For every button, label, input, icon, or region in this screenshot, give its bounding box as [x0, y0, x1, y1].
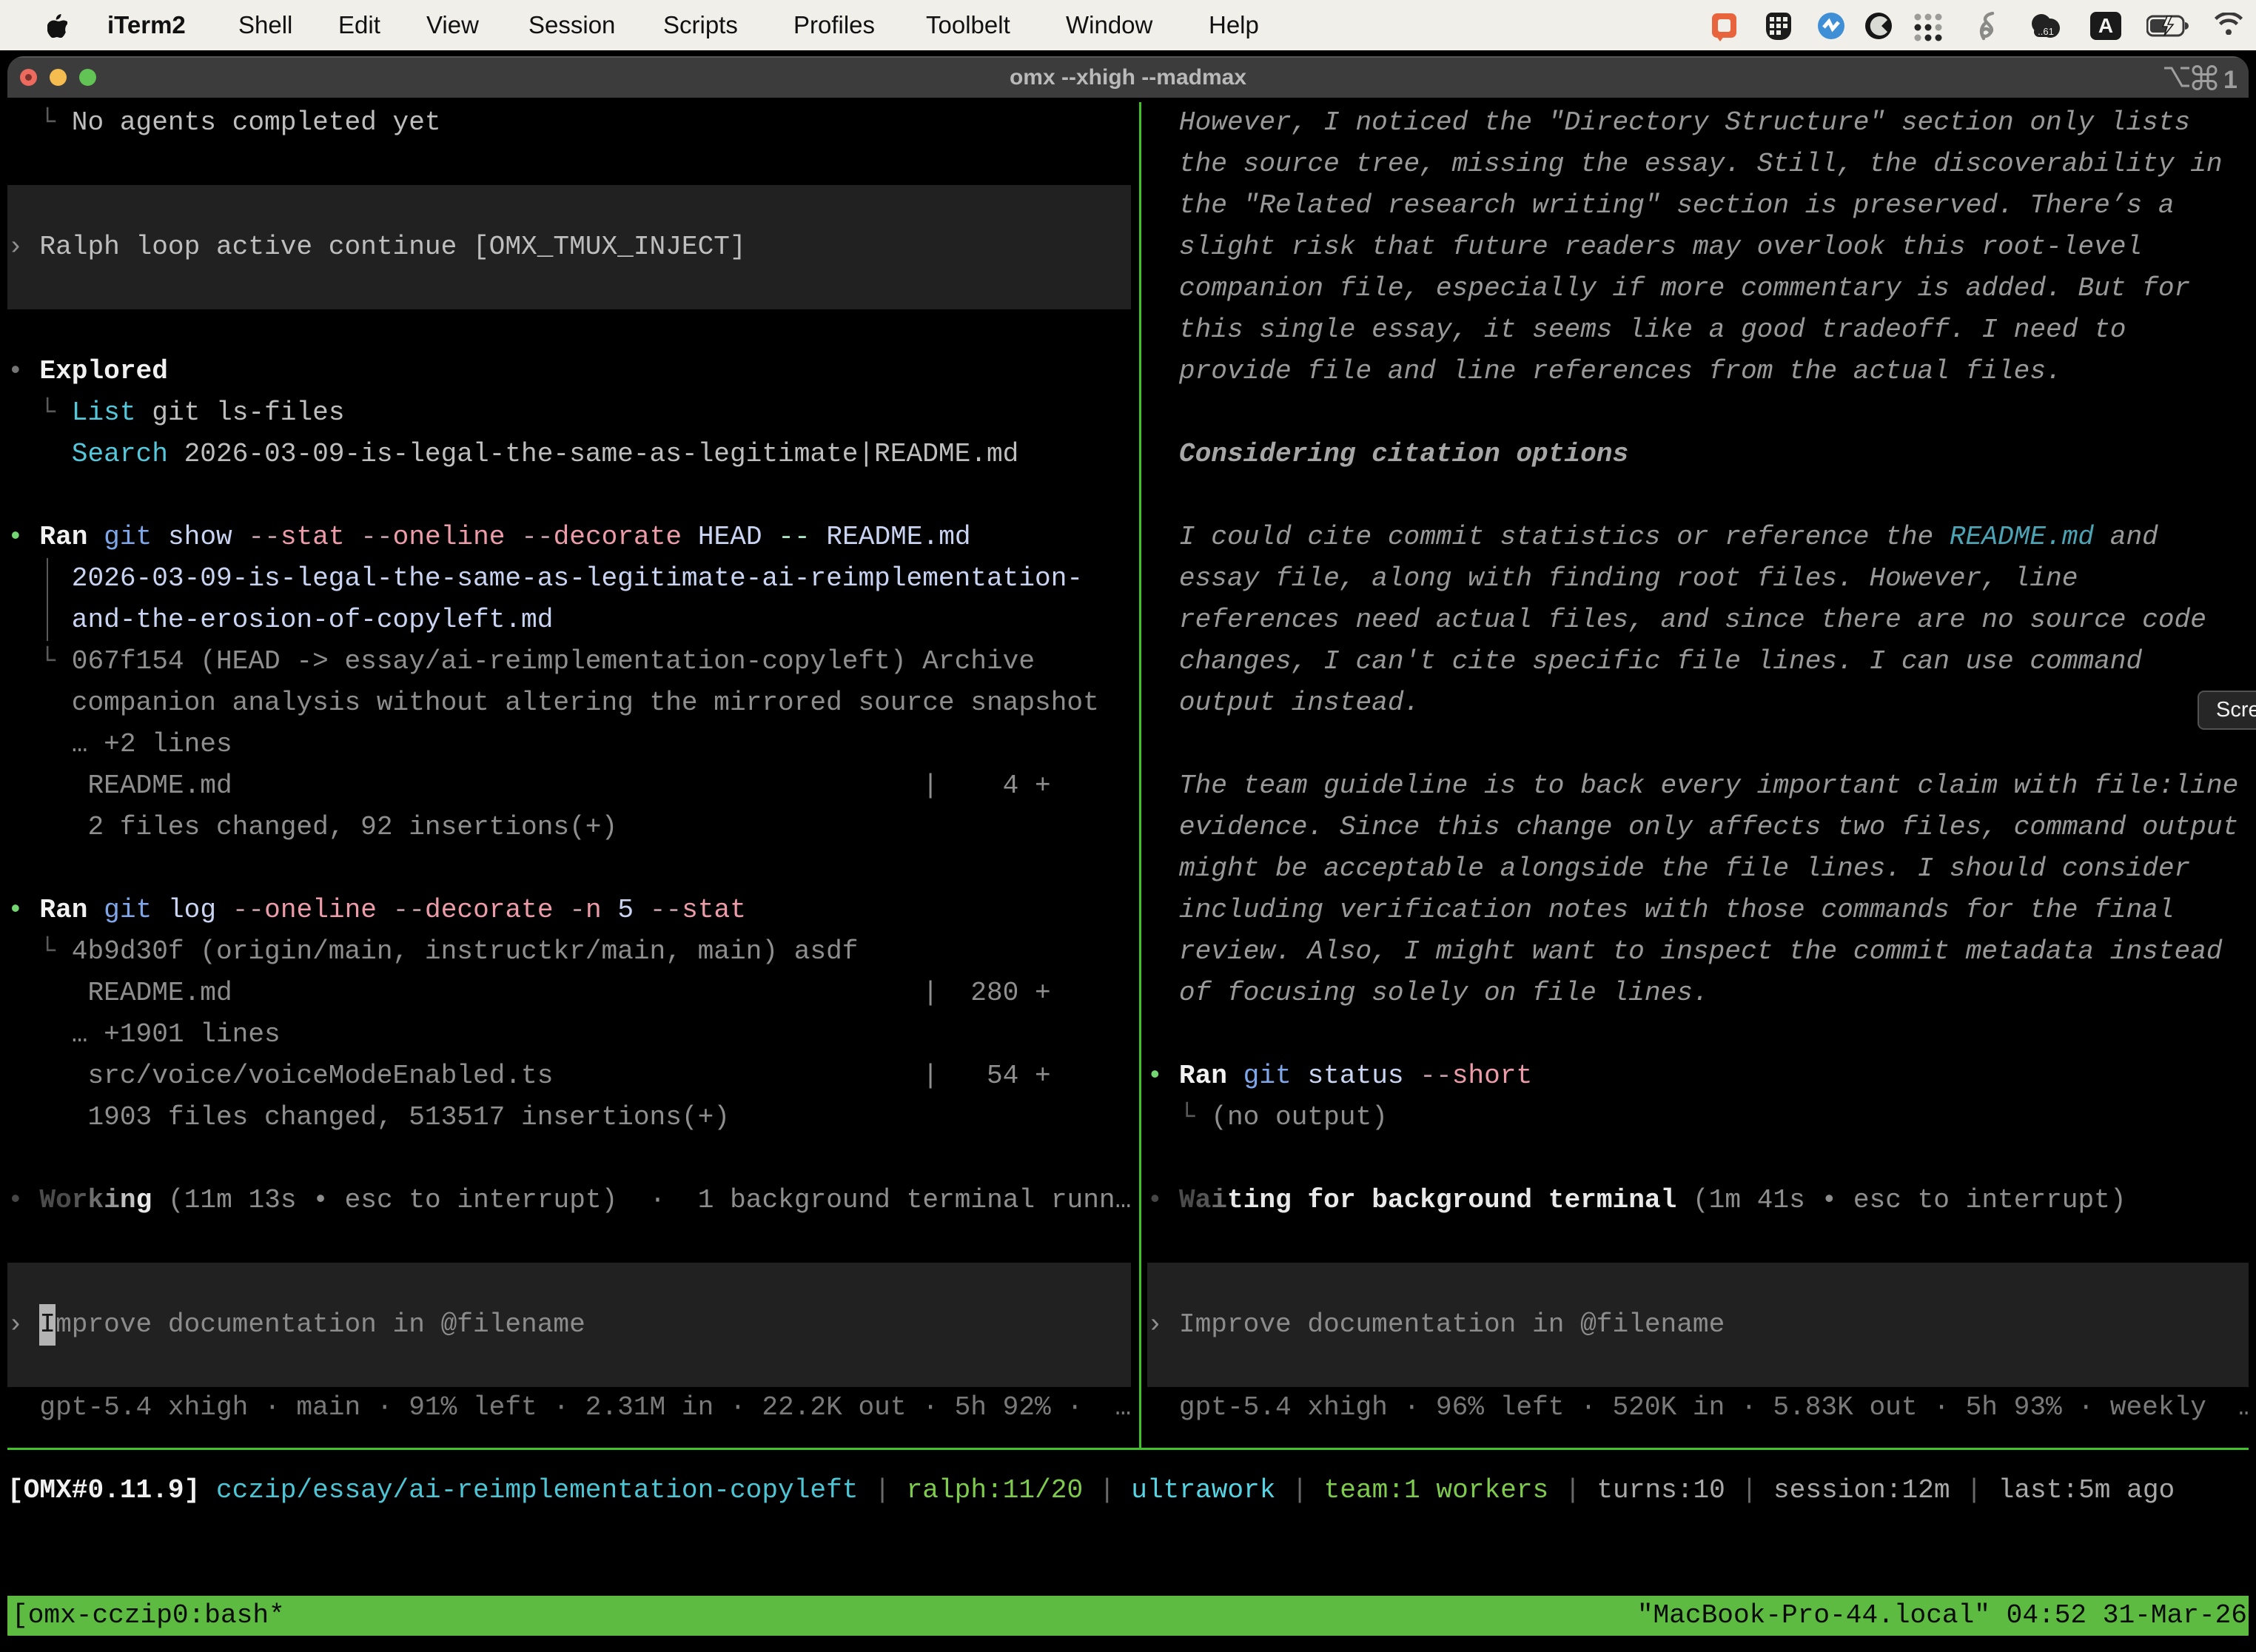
svg-text:..61: ..61 — [2038, 26, 2054, 37]
svg-text:1: 1 — [2223, 66, 2237, 94]
